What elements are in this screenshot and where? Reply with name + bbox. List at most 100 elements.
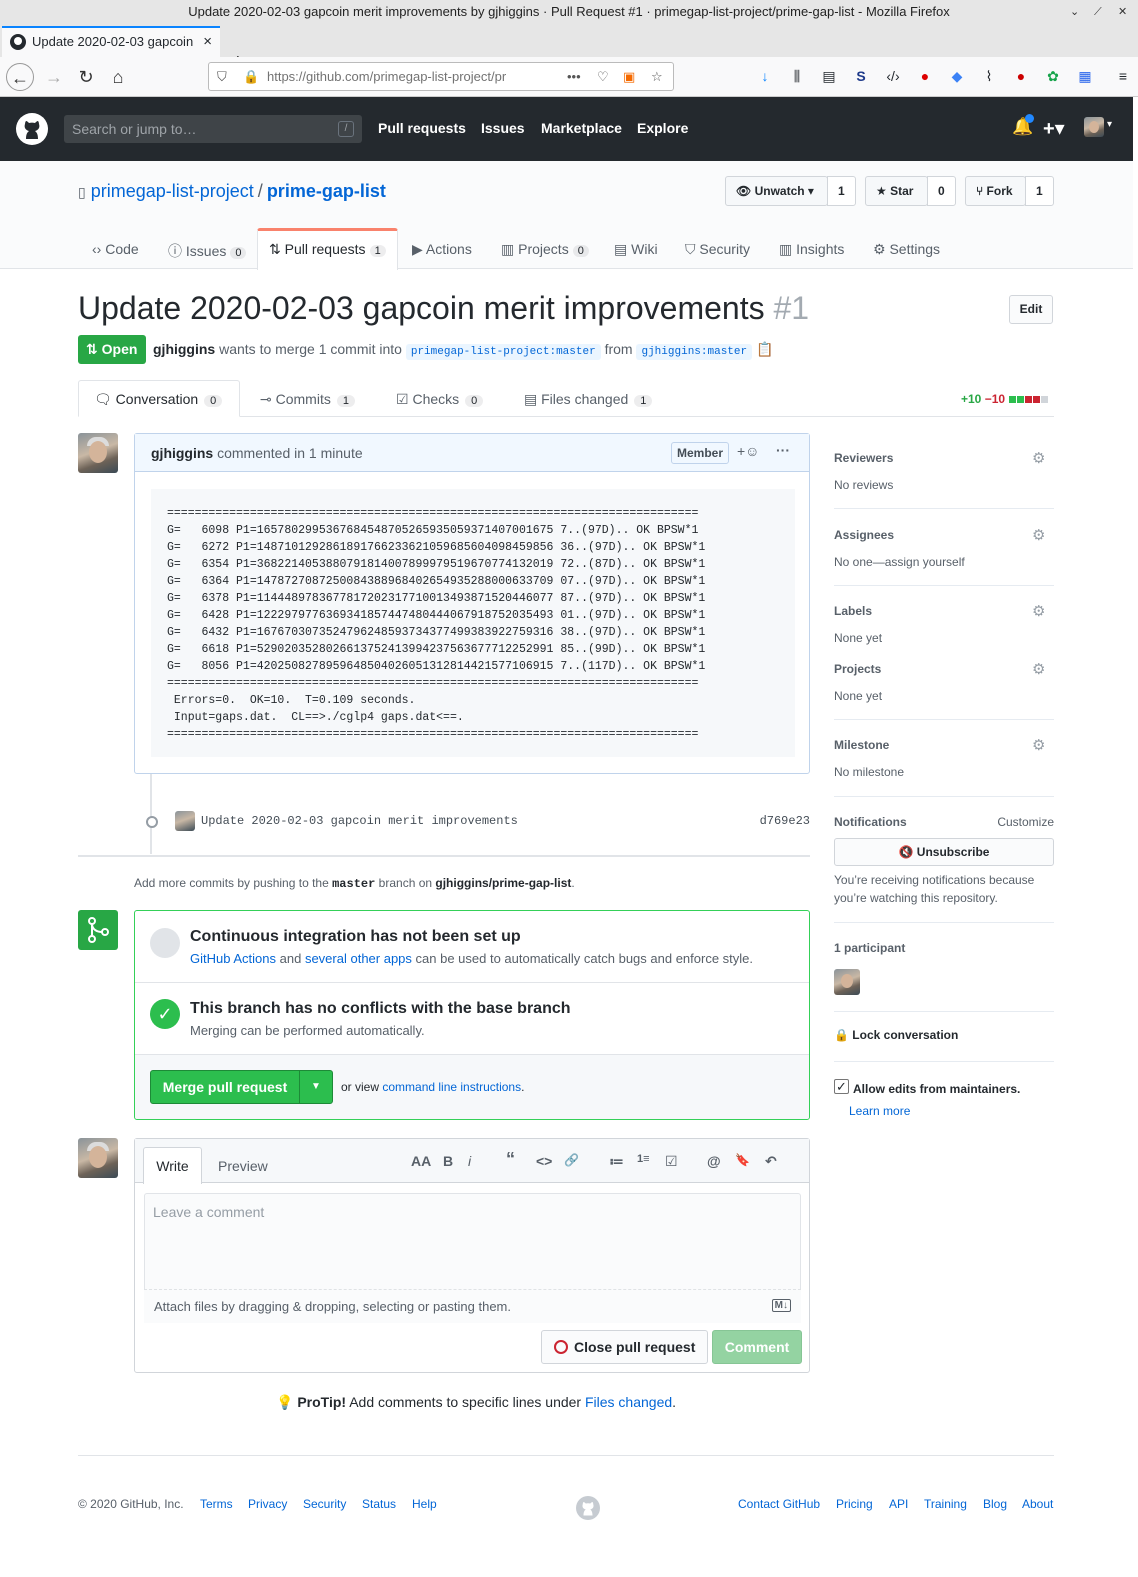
bookmark-star-icon[interactable]: ☆ [651, 63, 663, 90]
footer-link-status[interactable]: Status [362, 1497, 396, 1511]
ladybug-extension-icon[interactable]: ● [1011, 66, 1031, 86]
close-window-icon[interactable]: ✕ [1118, 0, 1127, 24]
sidebar-icon[interactable]: ▤ [819, 66, 839, 86]
footer-link-help[interactable]: Help [412, 1497, 437, 1511]
current-user-avatar[interactable] [78, 1138, 118, 1178]
customize-link[interactable]: Customize [997, 815, 1054, 829]
repo-name-link[interactable]: prime-gap-list [267, 181, 386, 201]
mention-icon[interactable]: @ [707, 1153, 721, 1169]
head-branch[interactable]: gjhiggins:master [636, 344, 753, 360]
badge-extension-icon[interactable]: ◆ [947, 66, 967, 86]
footer-link-training[interactable]: Training [924, 1497, 967, 1511]
browser-tab[interactable]: Update 2020-02-03 gapcoin × [2, 26, 220, 57]
learn-more-link[interactable]: Learn more [849, 1104, 910, 1118]
lock-conversation-link[interactable]: 🔒 Lock conversation [834, 1028, 958, 1042]
footer-link-about[interactable]: About [1022, 1497, 1053, 1511]
fork-count[interactable]: 1 [1025, 176, 1054, 206]
add-reaction-icon[interactable]: +☺ [737, 443, 759, 459]
nav-issues[interactable]: Issues [481, 120, 525, 136]
comment-time[interactable]: commented in 1 minute [217, 445, 363, 461]
edit-title-button[interactable]: Edit [1009, 295, 1053, 324]
footer-link-terms[interactable]: Terms [200, 1497, 233, 1511]
footer-link-contact[interactable]: Contact GitHub [738, 1497, 820, 1511]
gear-icon[interactable]: ⚙ [1032, 526, 1048, 544]
nav-marketplace[interactable]: Marketplace [541, 120, 622, 136]
task-list-icon[interactable]: ☑ [665, 1153, 678, 1170]
github-footer-logo-icon[interactable] [576, 1496, 600, 1520]
unwatch-button[interactable]: 👁 Unwatch ▾ [725, 176, 828, 206]
pr-tab-files-changed[interactable]: ▤ Files changed 1 [524, 391, 653, 408]
markdown-icon[interactable]: M↓ [771, 1299, 791, 1312]
command-line-instructions-link[interactable]: command line instructions [382, 1080, 521, 1094]
participant-avatar[interactable] [834, 969, 860, 995]
user-avatar[interactable] [1084, 117, 1104, 137]
repo-tab-insights[interactable]: ▥ Insights [779, 241, 844, 258]
repo-tab-wiki[interactable]: ▤ Wiki [614, 241, 658, 258]
forward-icon[interactable]: → [40, 63, 68, 91]
repo-tab-security[interactable]: ⛉ Security [685, 241, 750, 258]
commit-author-avatar[interactable] [175, 811, 195, 831]
github-search-input[interactable]: Search or jump to… / [64, 115, 362, 143]
repo-tab-actions[interactable]: ▶ Actions [412, 241, 472, 258]
commit-message-link[interactable]: Update 2020-02-03 gapcoin merit improvem… [201, 814, 518, 828]
assignees-label[interactable]: Assignees [834, 528, 1054, 542]
reload-icon[interactable]: ↻ [72, 63, 100, 91]
footer-link-privacy[interactable]: Privacy [248, 1497, 287, 1511]
gear-icon[interactable]: ⚙ [1032, 602, 1048, 620]
fork-button[interactable]: ⑂ Fork [965, 176, 1026, 206]
repo-tab-code[interactable]: ‹› Code [92, 241, 139, 257]
addmore-repo-link[interactable]: gjhiggins/prime-gap-list [435, 876, 571, 890]
attach-files-area[interactable]: Attach files by dragging & dropping, sel… [144, 1289, 801, 1323]
quote-icon[interactable]: “ [506, 1149, 515, 1170]
write-tab[interactable]: Write [143, 1147, 202, 1184]
labels-label[interactable]: Labels [834, 604, 1054, 618]
nav-pull-requests[interactable]: Pull requests [378, 120, 466, 136]
ordered-list-icon[interactable]: 1≡ [637, 1153, 650, 1165]
more-options-icon[interactable]: ··· [776, 442, 790, 458]
base-branch[interactable]: primegap-list-project:master [405, 344, 601, 360]
create-new-icon[interactable]: +▾ [1043, 116, 1065, 141]
tab-close-icon[interactable]: × [203, 28, 212, 56]
pocket-icon[interactable]: ♡ [597, 63, 609, 90]
link-icon[interactable]: 🔗 [564, 1153, 579, 1167]
assignees-value[interactable]: No one—assign yourself [834, 555, 1054, 569]
bold-icon[interactable]: B [443, 1153, 453, 1169]
library-icon[interactable]: ⫼ [787, 66, 807, 86]
clipboard-icon[interactable]: 📋 [756, 341, 773, 357]
star-button[interactable]: ★ Star [865, 176, 928, 206]
github-actions-link[interactable]: GitHub Actions [190, 951, 276, 966]
shoe-extension-icon[interactable]: ⌇ [979, 66, 999, 86]
repo-tab-projects[interactable]: ▥ Projects 0 [501, 241, 589, 258]
downloads-icon[interactable]: ↓ [755, 66, 775, 86]
footer-link-blog[interactable]: Blog [983, 1497, 1007, 1511]
close-pull-request-button[interactable]: Close pull request [541, 1330, 708, 1364]
restore-icon[interactable]: ⟋ [1094, 0, 1102, 24]
chevron-down-icon[interactable]: ▾ [1107, 119, 1112, 130]
milestone-label[interactable]: Milestone [834, 738, 1054, 752]
comment-author-avatar[interactable] [78, 433, 118, 473]
reviewers-label[interactable]: Reviewers [834, 451, 1054, 465]
m-extension-icon[interactable]: ● [915, 66, 935, 86]
reference-icon[interactable]: 🔖 [735, 1153, 750, 1167]
projects-label[interactable]: Projects [834, 662, 1054, 676]
unordered-list-icon[interactable]: ≔ [609, 1153, 624, 1170]
other-apps-link[interactable]: several other apps [305, 951, 412, 966]
reply-icon[interactable]: ↶ [765, 1153, 777, 1170]
commit-sha-link[interactable]: d769e23 [760, 814, 810, 828]
devtools-icon[interactable]: ‹/› [883, 66, 903, 86]
repo-tab-settings[interactable]: ⚙ Settings [873, 241, 940, 258]
repo-tab-issues[interactable]: ⓘ Issues 0 [168, 241, 247, 261]
extension-icon[interactable]: ▣ [623, 63, 635, 90]
files-changed-link[interactable]: Files changed [585, 1394, 672, 1410]
nav-explore[interactable]: Explore [637, 120, 688, 136]
italic-icon[interactable]: i [468, 1153, 471, 1169]
watch-count[interactable]: 1 [827, 176, 856, 206]
comment-button[interactable]: Comment [712, 1330, 802, 1364]
comment-author-link[interactable]: gjhiggins [151, 445, 213, 461]
footer-link-security[interactable]: Security [303, 1497, 346, 1511]
green-extension-icon[interactable]: ✿ [1043, 66, 1063, 86]
star-count[interactable]: 0 [927, 176, 956, 206]
gear-icon[interactable]: ⚙ [1032, 660, 1048, 678]
gear-icon[interactable]: ⚙ [1032, 449, 1048, 467]
url-bar[interactable]: ⛉ 🔒 https://github.com/primegap-list-pro… [208, 62, 674, 91]
